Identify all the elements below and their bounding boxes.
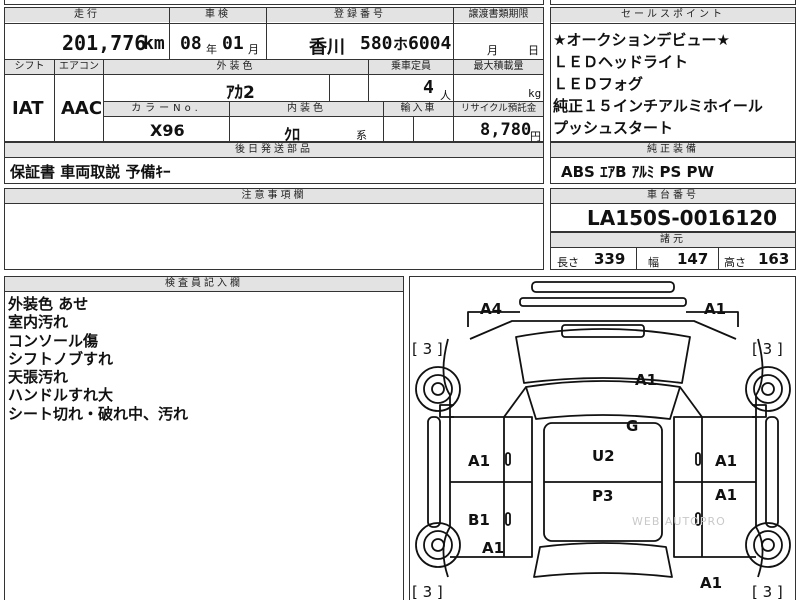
notes-header: 注意事項欄 — [5, 189, 543, 203]
chassis-value: LA150S-0016120 — [587, 206, 778, 230]
tire-label-front-left: [ 3 ] — [412, 340, 443, 358]
mark-left-rear-door: B1 — [468, 511, 490, 529]
specs-length-value: 339 — [594, 250, 626, 268]
registration-number: 6004 — [408, 33, 452, 54]
inspector-line: シフトノブすれ — [8, 349, 114, 368]
inspector-line: 天張汚れ — [8, 368, 69, 387]
sales-point-item: プッシュスタート — [553, 119, 674, 137]
mark-rear-right: A1 — [700, 574, 723, 592]
registration-class: 580 — [360, 33, 393, 54]
specs-height-label: 高さ — [724, 256, 746, 269]
specs-height-value: 163 — [758, 250, 790, 268]
color-no-value: X96 — [150, 121, 185, 140]
inspection-year-unit: 年 — [206, 43, 217, 56]
transfer-day-unit: 日 — [528, 44, 539, 57]
inspector-line: シート切れ・破れ中、汚れ — [8, 404, 189, 423]
specs-header: 諸元 — [551, 233, 795, 247]
registration-region: 香川 — [309, 37, 345, 58]
interior-color-header: 内装色 — [230, 102, 383, 116]
import-header: 輸入車 — [384, 102, 453, 116]
inspector-line: コンソール傷 — [8, 331, 99, 350]
inspector-lines: 外装色 あせ 室内汚れ コンソール傷 シフトノブすれ 天張汚れ ハンドルすれ大 … — [8, 293, 398, 423]
sales-points-header: セールスポイント — [551, 8, 795, 22]
inspection-month: 01 — [222, 33, 244, 54]
car-diagram — [415, 281, 791, 578]
specs-length-label: 長さ — [557, 256, 579, 269]
exterior-color-header: 外装色 — [104, 60, 368, 74]
sales-point-item: ★オークションデビュー★ — [553, 31, 730, 49]
car-diagram-box: [ 3 ] [ 3 ] [ 3 ] [ 3 ] A4 A1 A1 G U2 P3… — [409, 276, 796, 600]
max-load-header: 最大積載量 — [454, 60, 543, 74]
mark-roof-front: G — [626, 417, 639, 435]
inspector-line: 室内汚れ — [8, 313, 69, 332]
transfer-deadline-header: 譲渡書類期限 — [454, 8, 543, 22]
top-cut-strip-right — [550, 0, 796, 5]
transfer-month-unit: 月 — [487, 44, 498, 57]
mileage-header: 走行 — [5, 8, 169, 22]
mark-right-rear-door: A1 — [715, 486, 738, 504]
registration-kana: ホ — [393, 35, 409, 53]
top-cut-strip — [4, 0, 544, 5]
max-load-unit: kg — [528, 87, 542, 100]
tire-label-front-right: [ 3 ] — [752, 340, 783, 358]
specs-width-label: 幅 — [648, 256, 659, 269]
mileage-unit: km — [143, 33, 165, 54]
tire-label-rear-right: [ 3 ] — [752, 583, 783, 600]
capacity-value: 4 — [423, 77, 434, 98]
inspection-month-unit: 月 — [248, 43, 259, 56]
inspection-header: 車検 — [170, 8, 266, 22]
sales-points-list: ★オークションデビュー★ ＬＥＤヘッドライト ＬＥＤフォグ 純正１５インチアルミ… — [553, 29, 793, 139]
registration-header: 登録番号 — [267, 8, 453, 22]
sales-point-item: ＬＥＤヘッドライト — [553, 53, 689, 71]
genuine-equipment-header: 純正装備 — [551, 143, 795, 157]
inspection-year: 08 — [180, 33, 202, 54]
mark-left-front-door: A1 — [468, 452, 491, 470]
shift-header: シフト — [5, 60, 54, 74]
mileage-value: 201,776 — [62, 31, 147, 55]
inspector-line: ハンドルすれ大 — [8, 386, 114, 405]
inspector-header: 検査員記入欄 — [5, 277, 403, 291]
shift-value: IAT — [12, 98, 44, 119]
capacity-header: 乗車定員 — [369, 60, 453, 74]
exterior-color-value: ｱｶ2 — [226, 83, 255, 103]
inspector-line: 外装色 あせ — [8, 295, 89, 313]
color-no-header: カラーNo. — [104, 102, 229, 116]
interior-color-suffix: 系 — [356, 129, 367, 142]
mark-hood: A1 — [635, 371, 658, 389]
mark-roof-rear: P3 — [592, 487, 614, 505]
watermark: WEB AUTOPRO — [632, 515, 726, 528]
aircon-header: エアコン — [55, 60, 103, 74]
chassis-header: 車台番号 — [551, 189, 795, 203]
accessories-value: 保証書 車両取説 予備ｷｰ — [10, 163, 171, 181]
recycle-header: リサイクル預託金 — [454, 102, 543, 116]
tire-label-rear-left: [ 3 ] — [412, 583, 443, 600]
mark-front-right: A1 — [704, 300, 727, 318]
sales-point-item: 純正１５インチアルミホイール — [553, 97, 763, 115]
mark-front-left: A4 — [480, 300, 503, 318]
specs-width-value: 147 — [677, 250, 709, 268]
mark-left-rear-quarter: A1 — [482, 539, 505, 557]
mark-right-front-door: A1 — [715, 452, 738, 470]
genuine-equipment-value: ABS ｴｱB ｱﾙﾐ PS PW — [561, 163, 715, 181]
sales-point-item: ＬＥＤフォグ — [553, 75, 644, 93]
recycle-value: 8,780 — [480, 120, 532, 140]
accessories-header: 後日発送部品 — [5, 143, 543, 157]
aircon-value: AAC — [61, 98, 103, 119]
mark-roof-mid: U2 — [592, 447, 615, 465]
